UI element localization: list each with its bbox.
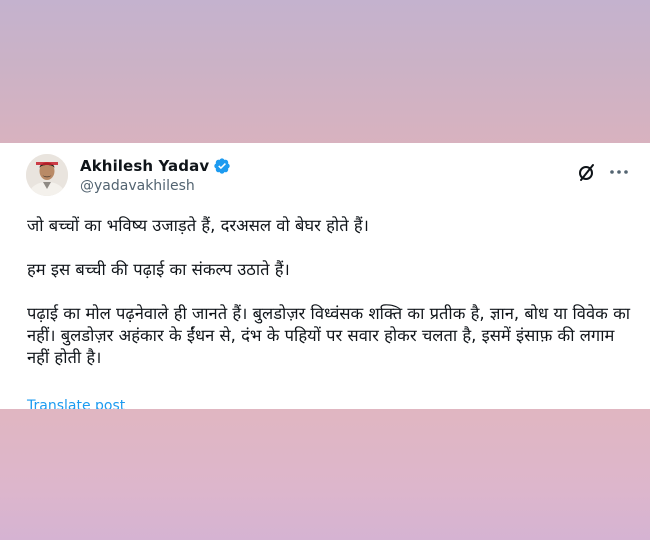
profile-photo-icon	[26, 154, 68, 196]
more-horizontal-icon[interactable]	[607, 160, 631, 184]
tweet-paragraph: हम इस बच्ची की पढ़ाई का संकल्प उठाते हैं…	[27, 260, 290, 279]
grok-icon[interactable]	[576, 161, 598, 183]
author-handle[interactable]: @yadavakhilesh	[80, 178, 195, 194]
tweet-card: Akhilesh Yadav @yadavakhilesh जो बच्चों …	[0, 143, 650, 409]
author-name-row: Akhilesh Yadav	[80, 156, 231, 176]
tweet-paragraph: पढ़ाई का मोल पढ़नेवाले ही जानते हैं। बुल…	[27, 304, 631, 367]
tweet-paragraph: जो बच्चों का भविष्य उजाड़ते हैं, दरअसल व…	[27, 216, 369, 235]
background-top	[0, 0, 650, 143]
tweet-text: जो बच्चों का भविष्य उजाड़ते हैं, दरअसल व…	[27, 215, 637, 369]
verified-badge-icon	[213, 157, 231, 175]
translate-post-link[interactable]: Translate post	[27, 398, 125, 409]
background-bottom	[0, 409, 650, 540]
avatar[interactable]	[26, 154, 68, 196]
author-name[interactable]: Akhilesh Yadav	[80, 157, 209, 175]
